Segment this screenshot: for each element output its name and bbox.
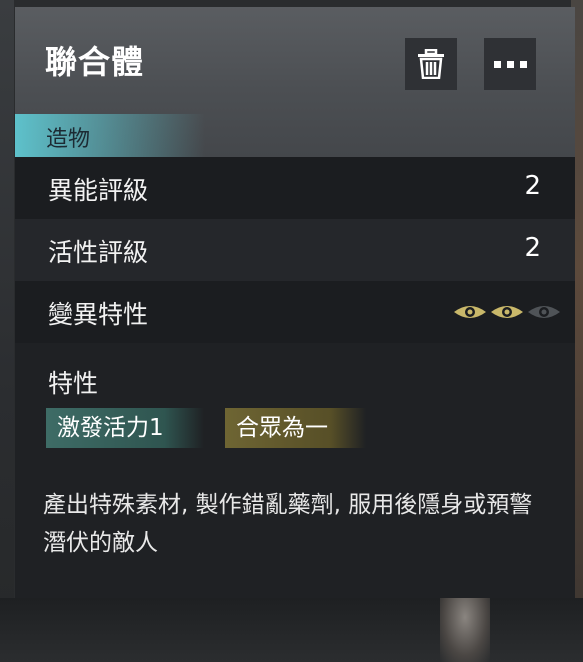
item-detail-panel: 聯合體 造物 異能評級 2 活性評級 2 變異特性 特性 激發活力1 合眾為一 … xyxy=(15,7,575,598)
background-figure xyxy=(440,598,490,662)
stat-label: 活性評級 xyxy=(48,238,149,267)
traits-label: 特性 xyxy=(48,369,99,398)
trait-tag[interactable]: 合眾為一 xyxy=(225,408,366,448)
item-description: 產出特殊素材, 製作錯亂藥劑, 服用後隱身或預警潛伏的敵人 xyxy=(43,492,533,556)
eye-icon xyxy=(491,306,523,318)
stat-row-activity: 活性評級 2 xyxy=(15,219,575,281)
mutation-row: 變異特性 xyxy=(15,281,575,343)
trash-icon xyxy=(418,49,444,79)
stat-value: 2 xyxy=(524,171,541,201)
eye-icon xyxy=(454,306,486,318)
more-options-button[interactable] xyxy=(484,38,536,90)
more-icon xyxy=(493,60,527,68)
background-bottom xyxy=(0,598,583,662)
mutation-eye-rating xyxy=(453,303,561,321)
eye-icon xyxy=(528,306,560,318)
delete-button[interactable] xyxy=(405,38,457,90)
panel-header: 聯合體 造物 xyxy=(15,7,575,157)
category-badge: 造物 xyxy=(15,114,205,157)
stat-row-ability: 異能評級 2 xyxy=(15,157,575,219)
trait-tag[interactable]: 激發活力1 xyxy=(46,408,204,448)
category-label: 造物 xyxy=(46,127,91,152)
traits-section: 特性 激發活力1 合眾為一 產出特殊素材, 製作錯亂藥劑, 服用後隱身或預警潛伏… xyxy=(15,350,575,598)
background-left xyxy=(0,0,14,662)
stat-value: 2 xyxy=(524,233,541,263)
item-title: 聯合體 xyxy=(45,43,145,81)
mutation-label: 變異特性 xyxy=(48,300,149,329)
stat-label: 異能評級 xyxy=(48,176,149,205)
